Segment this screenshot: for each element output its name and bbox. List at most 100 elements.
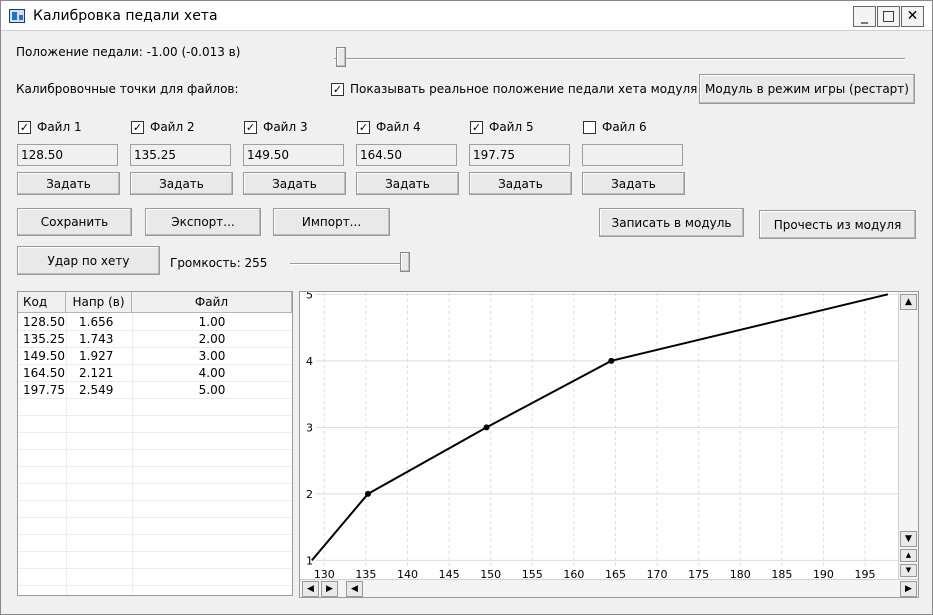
- spin-up-button[interactable]: ▲: [900, 549, 917, 562]
- file-2-checkbox[interactable]: ✓: [131, 120, 144, 134]
- read-from-module-button[interactable]: Прочесть из модуля: [759, 210, 916, 239]
- file-6-check[interactable]: Файл 6: [583, 120, 647, 134]
- x-tick-label: 150: [480, 568, 501, 579]
- table-cell: 1.656: [79, 315, 114, 329]
- table-row[interactable]: 164.50 2.121 4.00: [18, 365, 292, 382]
- file-3-checkbox[interactable]: ✓: [244, 120, 257, 134]
- app-icon: [9, 9, 25, 23]
- table-row: [18, 501, 292, 518]
- volume-slider-thumb[interactable]: [400, 252, 410, 272]
- calibration-chart: 130 135 140 145 150 155 160 165 170 175 180 185 190 1…: [300, 292, 898, 579]
- calibration-point: [483, 424, 490, 431]
- file-3-label: Файл 3: [263, 120, 308, 134]
- file-1-checkbox[interactable]: ✓: [18, 120, 31, 134]
- x-tick-label: 190: [813, 568, 834, 579]
- table-row: [18, 399, 292, 416]
- spin-down-button[interactable]: ▼: [900, 564, 917, 577]
- file-2-value-field[interactable]: 135.25: [130, 144, 231, 166]
- file-3-value-field[interactable]: 149.50: [243, 144, 344, 166]
- y-tick-label: 1: [306, 554, 313, 567]
- file-5-check[interactable]: ✓ Файл 5: [470, 120, 534, 134]
- file-3-check[interactable]: ✓ Файл 3: [244, 120, 308, 134]
- x-tick-label: 195: [855, 568, 876, 579]
- game-mode-button[interactable]: Модуль в режим игры (рестарт): [699, 74, 915, 104]
- calibration-point: [364, 490, 371, 497]
- save-button[interactable]: Сохранить: [17, 208, 132, 236]
- file-1-check[interactable]: ✓ Файл 1: [18, 120, 82, 134]
- column-header-file[interactable]: Файл: [132, 292, 292, 313]
- file-4-checkbox[interactable]: ✓: [357, 120, 370, 134]
- y-tick-label: 5: [306, 292, 313, 301]
- import-button[interactable]: Импорт...: [273, 208, 390, 236]
- file-6-label: Файл 6: [602, 120, 647, 134]
- calibration-table: Код Напр (в) Файл 128.50 1.656 1.00 135.25 1…: [17, 291, 293, 596]
- x-tick-label: 170: [647, 568, 668, 579]
- file-4-value-field[interactable]: 164.50: [356, 144, 457, 166]
- file-2-check[interactable]: ✓ Файл 2: [131, 120, 195, 134]
- table-header: Код Напр (в) Файл: [18, 292, 292, 313]
- scroll-right-button[interactable]: ▶: [321, 581, 338, 597]
- pedal-position-label: Положение педали: -1.00 (-0.013 в): [16, 45, 241, 59]
- column-header-voltage[interactable]: Напр (в): [66, 292, 132, 313]
- table-row[interactable]: 135.25 1.743 2.00: [18, 331, 292, 348]
- table-row: [18, 535, 292, 552]
- calibration-points-label: Калибровочные точки для файлов:: [16, 82, 239, 96]
- file-5-value-field[interactable]: 197.75: [469, 144, 570, 166]
- table-row[interactable]: 197.75 2.549 5.00: [18, 382, 292, 399]
- page-left-button[interactable]: ◀: [346, 581, 363, 597]
- file-2-set-button[interactable]: Задать: [130, 172, 233, 195]
- file-6-checkbox[interactable]: [583, 120, 596, 134]
- table-cell: 2.00: [198, 332, 226, 346]
- table-cell: 197.75: [23, 383, 65, 397]
- write-to-module-button[interactable]: Записать в модуль: [599, 208, 744, 237]
- pedal-slider-thumb[interactable]: [336, 47, 346, 67]
- table-row[interactable]: 149.50 1.927 3.00: [18, 348, 292, 365]
- file-5-checkbox[interactable]: ✓: [470, 120, 483, 134]
- horizontal-scrollbar-track[interactable]: [300, 579, 918, 597]
- table-row: [18, 552, 292, 569]
- file-3-set-button[interactable]: Задать: [243, 172, 346, 195]
- x-tick-label: 165: [605, 568, 626, 579]
- column-header-code[interactable]: Код: [18, 292, 66, 313]
- file-4-check[interactable]: ✓ Файл 4: [357, 120, 421, 134]
- file-1-value-field[interactable]: 128.50: [17, 144, 118, 166]
- table-row: [18, 484, 292, 501]
- table-cell: 1.743: [79, 332, 114, 346]
- title-bar: Калибровка педали хета _ □ ✕: [1, 1, 932, 31]
- y-tick-label: 3: [306, 421, 313, 434]
- x-tick-label: 180: [730, 568, 751, 579]
- file-1-set-button[interactable]: Задать: [17, 172, 120, 195]
- file-4-set-button[interactable]: Задать: [356, 172, 459, 195]
- table-row: [18, 467, 292, 484]
- file-4-label: Файл 4: [376, 120, 421, 134]
- close-button[interactable]: ✕: [901, 6, 924, 27]
- scroll-down-button[interactable]: ▼: [900, 531, 917, 547]
- table-cell: 3.00: [198, 349, 226, 363]
- maximize-button[interactable]: □: [877, 6, 900, 27]
- x-tick-label: 185: [771, 568, 792, 579]
- export-button[interactable]: Экспорт...: [145, 208, 261, 236]
- table-row: [18, 433, 292, 450]
- table-cell: 5.00: [198, 383, 226, 397]
- page-right-button[interactable]: ▶: [900, 581, 917, 597]
- table-cell: 135.25: [23, 332, 65, 346]
- scroll-left-button[interactable]: ◀: [302, 581, 319, 597]
- file-5-set-button[interactable]: Задать: [469, 172, 572, 195]
- file-2-label: Файл 2: [150, 120, 195, 134]
- table-cell: 1.927: [79, 349, 114, 363]
- table-cell: 128.50: [23, 315, 65, 329]
- table-row: [18, 416, 292, 433]
- file-6-value-field[interactable]: [582, 144, 683, 166]
- file-6-set-button[interactable]: Задать: [582, 172, 685, 195]
- table-cell: 1.00: [198, 315, 226, 329]
- scroll-up-button[interactable]: ▲: [900, 294, 917, 310]
- show-real-position-checkbox[interactable]: ✓: [331, 82, 344, 96]
- minimize-button[interactable]: _: [853, 6, 876, 27]
- file-5-label: Файл 5: [489, 120, 534, 134]
- table-row[interactable]: 128.50 1.656 1.00: [18, 314, 292, 331]
- table-cell: 149.50: [23, 349, 65, 363]
- table-row: [18, 518, 292, 535]
- hit-hihat-button[interactable]: Удар по хету: [17, 246, 160, 275]
- table-cell: 4.00: [198, 366, 226, 380]
- show-real-position-check[interactable]: ✓ Показывать реальное положение педали х…: [331, 82, 697, 96]
